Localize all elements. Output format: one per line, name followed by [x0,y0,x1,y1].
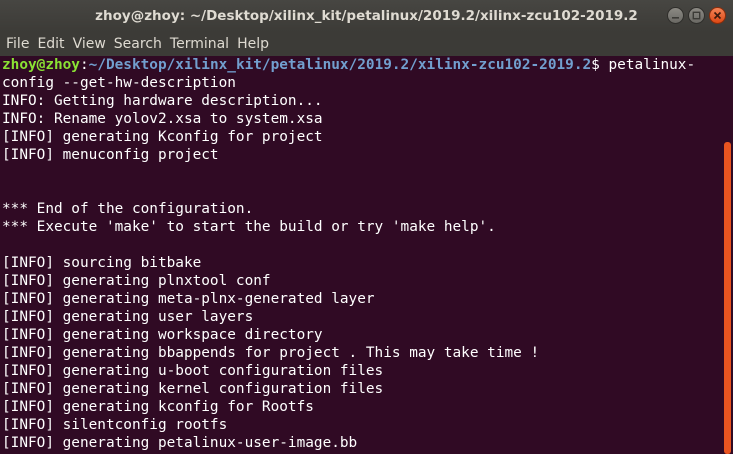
menu-search[interactable]: Search [110,32,166,56]
output-line: [INFO] generating workspace directory [2,327,323,343]
scrollbar-thumb[interactable] [724,142,731,454]
maximize-icon[interactable] [688,7,705,24]
output-line: [INFO] generating user layers [2,309,254,325]
output-line: INFO: Getting hardware description... [2,93,323,109]
output-line: [INFO] generating bbappends for project … [2,345,540,361]
menu-bar: File Edit View Search Terminal Help [0,32,733,56]
menu-view[interactable]: View [69,32,110,56]
menu-terminal[interactable]: Terminal [166,32,233,56]
prompt-colon: : [79,57,89,73]
prompt-path: ~/Desktop/xilinx_kit/petalinux/2019.2/xi… [88,57,592,73]
output-line: *** End of the configuration. [2,201,254,217]
minimize-icon[interactable] [667,7,684,24]
output-line: [INFO] generating u-boot configuration f… [2,363,384,379]
title-bar[interactable]: zhoy@zhoy: ~/Desktop/xilinx_kit/petalinu… [0,0,733,32]
output-line: config --get-hw-description [2,75,236,91]
output-line: [INFO] generating meta-plnx-generated la… [2,291,375,307]
output-line: [INFO] generating kconfig for Rootfs [2,399,314,415]
window-controls [667,7,726,24]
menu-help[interactable]: Help [233,32,273,56]
prompt-line: zhoy@zhoy:~/Desktop/xilinx_kit/petalinux… [2,56,718,74]
prompt-symbol: $ [591,57,609,73]
menu-edit[interactable]: Edit [33,32,68,56]
output-line: [INFO] generating petalinux-user-image.b… [2,435,358,451]
output-line: INFO: Rename yolov2.xsa to system.xsa [2,111,323,127]
close-icon[interactable] [709,7,726,24]
window-title: zhoy@zhoy: ~/Desktop/xilinx_kit/petalinu… [95,8,638,24]
output-line: [INFO] menuconfig project [2,147,219,163]
output-line: [INFO] silentconfig rootfs [2,417,228,433]
output-line: [INFO] sourcing bitbake [2,255,202,271]
terminal-output[interactable]: zhoy@zhoy:~/Desktop/xilinx_kit/petalinux… [2,56,718,454]
output-line: *** Execute 'make' to start the build or… [2,219,496,235]
menu-file[interactable]: File [2,32,33,56]
output-line: [INFO] generating kernel configuration f… [2,381,384,397]
terminal-window: zhoy@zhoy: ~/Desktop/xilinx_kit/petalinu… [0,0,733,454]
terminal-scrollbar[interactable] [722,56,733,454]
output-line: [INFO] generating Kconfig for project [2,129,323,145]
command-text: petalinux- [608,57,696,73]
prompt-user: zhoy@zhoy [2,57,80,73]
output-line: [INFO] generating plnxtool conf [2,273,271,289]
